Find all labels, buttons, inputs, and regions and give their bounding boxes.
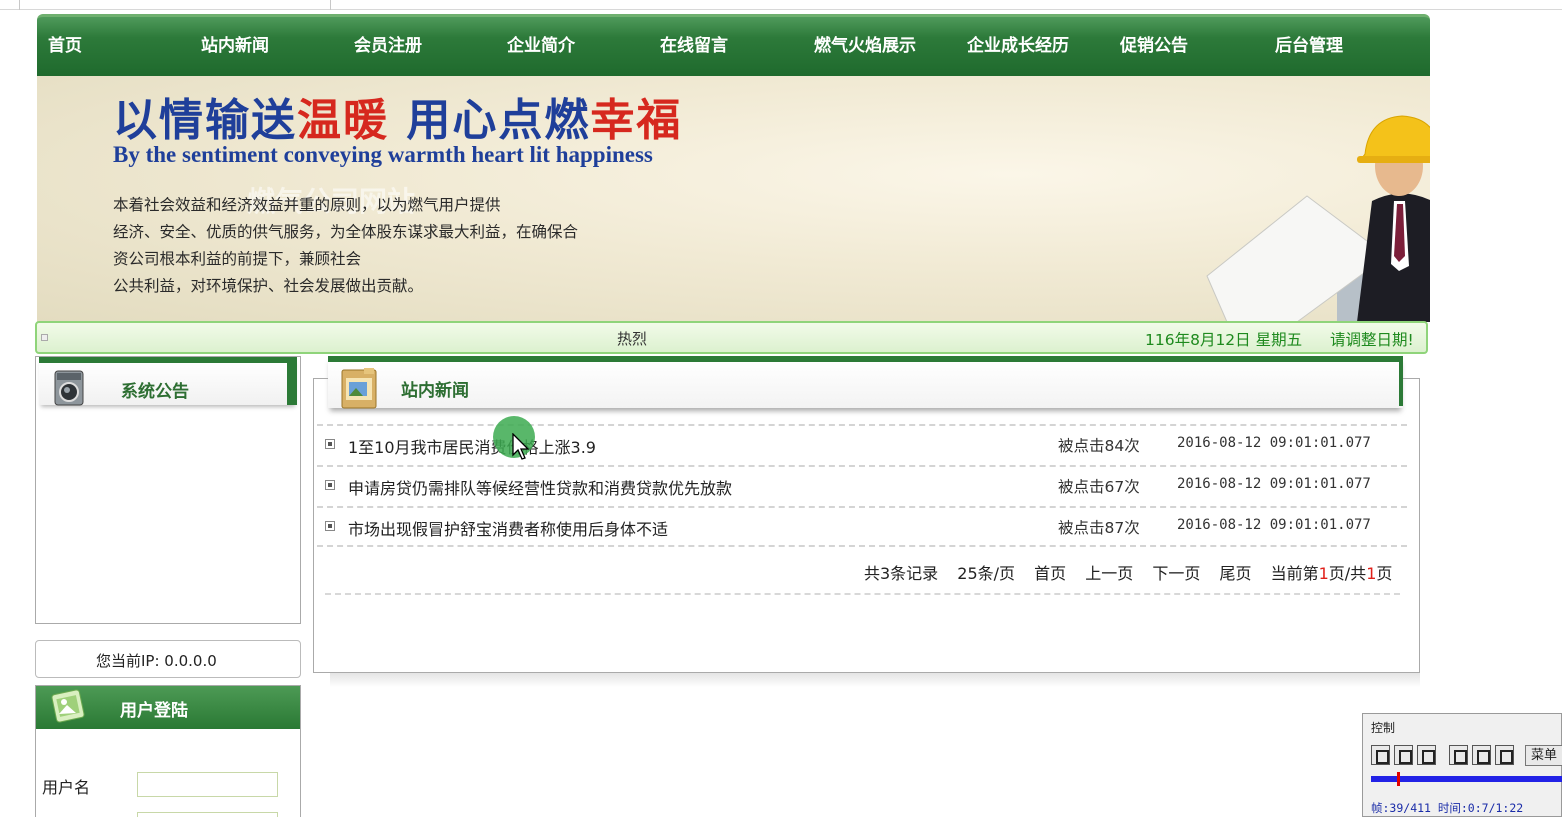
- browser-tab-edge: [0, 0, 20, 10]
- news-title-link[interactable]: 申请房贷仍需排队等候经营性贷款和消费贷款优先放款: [348, 475, 732, 499]
- info-marquee-bar: 热烈 116年8月12日 星期五 请调整日期!: [35, 321, 1428, 354]
- marquee-handle-icon: [41, 334, 48, 341]
- recorder-control-panel: 控制 菜单 帧:39/411 时间:0:7/1:22: [1362, 713, 1562, 817]
- nav-message[interactable]: 在线留言: [660, 17, 728, 76]
- current-date: 116年8月12日 星期五: [1145, 331, 1303, 349]
- pager-total: 共3条记录: [864, 564, 939, 583]
- news-panel-header: 站内新闻: [328, 356, 1403, 409]
- marquee-text: 热烈: [617, 330, 648, 348]
- bullet-icon: [325, 521, 335, 531]
- fit-window-icon[interactable]: [1449, 745, 1468, 765]
- news-date: 2016-08-12 09:01:01.077: [1177, 435, 1371, 451]
- engineer-illustration: [1206, 115, 1430, 322]
- news-date: 2016-08-12 09:01:01.077: [1177, 517, 1371, 533]
- nav-promotions[interactable]: 促销公告: [1120, 17, 1188, 76]
- pointer-toggle-icon[interactable]: [1495, 745, 1514, 765]
- news-click-count: 被点击87次: [1058, 519, 1140, 537]
- user-login-panel: 用户登陆 用户名: [35, 685, 301, 817]
- mouse-pointer-icon: [512, 433, 530, 460]
- browser-top-strip: [0, 0, 1562, 10]
- frame-time-readout: 帧:39/411 时间:0:7/1:22: [1371, 801, 1524, 815]
- pager-first-link[interactable]: 首页: [1034, 564, 1066, 583]
- news-panel-title: 站内新闻: [401, 381, 469, 401]
- news-pagination: 共3条记录 25条/页 首页 上一页 下一页 尾页 当前第1页/共1页: [864, 560, 1392, 584]
- washing-machine-icon: [54, 370, 84, 406]
- pager-divider: [325, 593, 1400, 595]
- news-row: 申请房贷仍需排队等候经营性贷款和消费贷款优先放款 被点击67次 2016-08-…: [317, 465, 1407, 506]
- user-login-header: 用户登陆: [36, 686, 300, 729]
- username-input[interactable]: [137, 772, 278, 797]
- news-header-accent: [1399, 362, 1403, 406]
- playback-position-marker[interactable]: [1397, 772, 1400, 786]
- system-notice-title: 系统公告: [121, 382, 189, 402]
- nav-register[interactable]: 会员注册: [354, 17, 422, 76]
- username-label: 用户名: [42, 778, 91, 797]
- news-click-count: 被点击84次: [1058, 437, 1140, 455]
- bullet-icon: [325, 439, 335, 449]
- hero-banner: 以情输送温暖 用心点燃幸福 By the sentiment conveying…: [37, 76, 1430, 322]
- news-date: 2016-08-12 09:01:01.077: [1177, 476, 1371, 492]
- news-title-link[interactable]: 1至10月我市居民消费价格上涨3.9: [348, 434, 596, 458]
- banner-slogan-en: By the sentiment conveying warmth heart …: [113, 142, 653, 167]
- main-nav: 首页 站内新闻 会员注册 企业简介 在线留言 燃气火焰展示 企业成长经历 促销公…: [37, 14, 1430, 76]
- nav-about[interactable]: 企业简介: [507, 17, 575, 76]
- pager-current-info: 当前第1页/共1页: [1270, 564, 1393, 583]
- banner-description: 本着社会效益和经济效益并重的原则，以为燃气用户提供 经济、安全、优质的供气服务，…: [113, 196, 579, 295]
- system-notice-panel: 系统公告: [35, 356, 301, 624]
- browser-tab-edge-2: [330, 0, 370, 10]
- pause-icon[interactable]: [1394, 745, 1413, 765]
- nav-home[interactable]: 首页: [48, 17, 82, 76]
- pager-prev-link[interactable]: 上一页: [1085, 564, 1133, 583]
- notice-header-accent: [287, 363, 297, 405]
- news-list: 1至10月我市居民消费价格上涨3.9 被点击84次 2016-08-12 09:…: [317, 424, 1407, 547]
- nav-growth[interactable]: 企业成长经历: [967, 17, 1069, 76]
- pager-per-page: 25条/页: [957, 564, 1016, 583]
- nav-admin[interactable]: 后台管理: [1275, 17, 1343, 76]
- news-title-link[interactable]: 市场出现假冒护舒宝消费者称使用后身体不适: [348, 516, 668, 540]
- news-row: 市场出现假冒护舒宝消费者称使用后身体不适 被点击87次 2016-08-12 0…: [317, 506, 1407, 547]
- nav-news[interactable]: 站内新闻: [201, 17, 269, 76]
- banner-slogan: 以情输送温暖 用心点燃幸福: [113, 95, 683, 146]
- bullet-icon: [325, 480, 335, 490]
- news-click-count: 被点击67次: [1058, 478, 1140, 496]
- picture-icon: [51, 689, 85, 723]
- fullscreen-icon[interactable]: [1472, 745, 1491, 765]
- ip-info-box: 您当前IP: 0.0.0.0: [35, 640, 301, 678]
- system-notice-header: 系统公告: [39, 357, 297, 406]
- folder-photo-icon: [341, 368, 377, 409]
- step-icon[interactable]: [1417, 745, 1436, 765]
- adjust-date-link[interactable]: 请调整日期!: [1330, 328, 1414, 350]
- password-input[interactable]: [137, 812, 278, 817]
- panel-shadow: [330, 673, 1420, 687]
- play-icon[interactable]: [1371, 745, 1390, 765]
- news-row: 1至10月我市居民消费价格上涨3.9 被点击84次 2016-08-12 09:…: [317, 424, 1407, 465]
- user-login-title: 用户登陆: [120, 701, 188, 721]
- pager-last-link[interactable]: 尾页: [1219, 564, 1251, 583]
- pager-next-link[interactable]: 下一页: [1152, 564, 1200, 583]
- nav-flame-show[interactable]: 燃气火焰展示: [814, 17, 916, 76]
- control-title: 控制: [1371, 721, 1396, 735]
- ip-label: 您当前IP: 0.0.0.0: [96, 652, 217, 670]
- control-menu-button[interactable]: 菜单: [1525, 745, 1562, 766]
